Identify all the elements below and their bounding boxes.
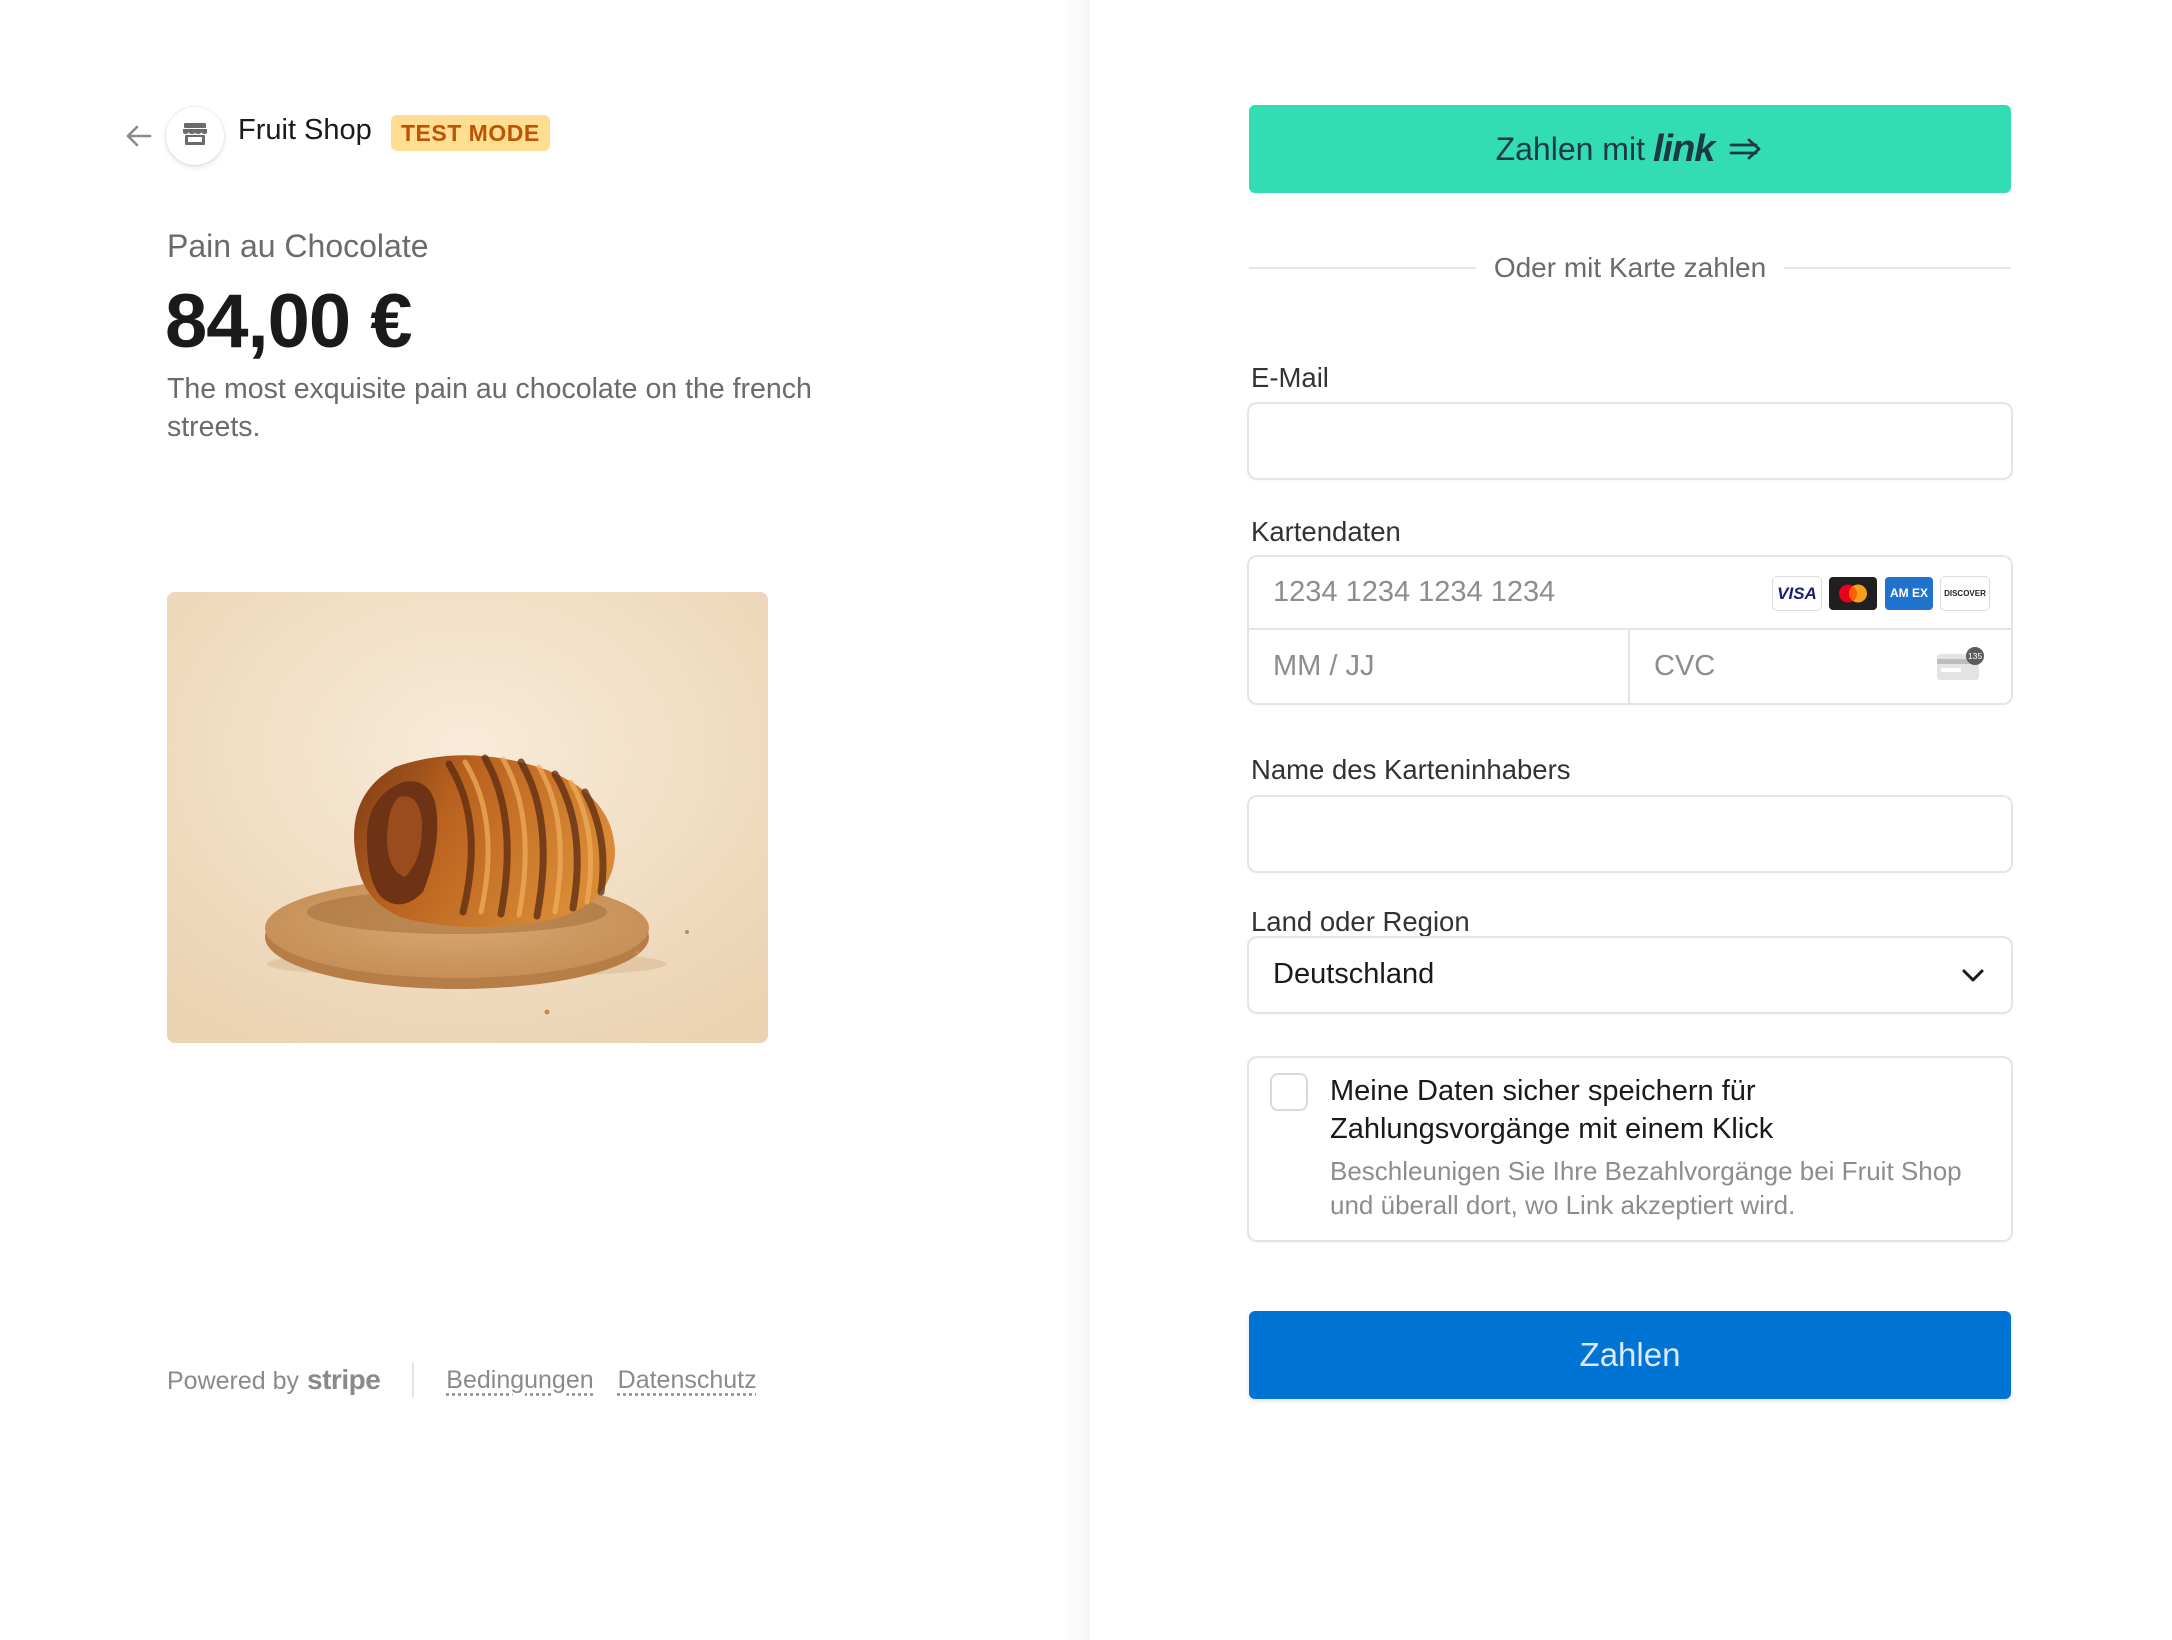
- shop-name: Fruit Shop: [238, 114, 372, 146]
- pay-button[interactable]: Zahlen: [1249, 1311, 2011, 1399]
- card-details-group: VISA AM EX DISCOVER 135: [1249, 557, 2011, 703]
- divider-line: [1249, 267, 1476, 269]
- email-field[interactable]: [1249, 404, 2011, 478]
- store-icon: [182, 122, 208, 151]
- pay-button-label: Zahlen: [1579, 1336, 1681, 1373]
- cardholder-label: Name des Karteninhabers: [1251, 754, 1571, 785]
- card-expiry-wrapper: [1249, 630, 1630, 703]
- arrow-left-icon[interactable]: [122, 119, 156, 153]
- panel-divider: [1060, 0, 1090, 1640]
- cvc-hint-text: 135: [1968, 651, 1982, 661]
- mastercard-icon: [1829, 577, 1877, 610]
- email-field-wrapper: [1249, 404, 2011, 478]
- privacy-link[interactable]: Datenschutz: [618, 1366, 757, 1395]
- shop-avatar: [166, 107, 224, 165]
- save-info-title: Meine Daten sicher speichern für Zahlung…: [1330, 1075, 1774, 1145]
- cardholder-name-input[interactable]: [1249, 797, 2011, 871]
- or-divider: Oder mit Karte zahlen: [1249, 250, 2011, 286]
- card-details-label: Kartendaten: [1251, 516, 1401, 547]
- country-select[interactable]: Deutschland: [1249, 938, 2011, 1012]
- card-cvc-wrapper: 135: [1630, 630, 2011, 703]
- footer: Powered by stripe Bedingungen Datenschut…: [167, 1360, 781, 1400]
- product-description: The most exquisite pain au chocolate on …: [167, 373, 812, 443]
- link-button-label: Zahlen mit: [1495, 130, 1645, 167]
- card-number-wrapper: VISA AM EX DISCOVER: [1249, 557, 2011, 630]
- divider-line: [1784, 267, 2011, 269]
- stripe-logo: stripe: [307, 1364, 381, 1395]
- test-mode-badge: TEST MODE: [391, 115, 550, 151]
- save-info-checkbox[interactable]: [1272, 1075, 1306, 1109]
- cvc-hint-icon: 135: [1935, 646, 1987, 687]
- pay-with-link-button[interactable]: Zahlen mit link: [1249, 105, 2011, 193]
- product-price: 84,00 €: [165, 279, 413, 364]
- email-label: E-Mail: [1251, 362, 1329, 393]
- footer-divider: [412, 1363, 415, 1397]
- order-summary-panel: Fruit Shop TEST MODE Pain au Chocolate 8…: [0, 0, 1089, 1640]
- card-expiry-input[interactable]: [1249, 630, 1628, 703]
- terms-link[interactable]: Bedingungen: [446, 1366, 593, 1395]
- link-logo: link: [1652, 127, 1715, 170]
- cardholder-field-wrapper: [1249, 797, 2011, 871]
- amex-icon: AM EX: [1885, 577, 1933, 610]
- discover-icon: DISCOVER: [1941, 577, 1989, 610]
- card-brands: VISA AM EX DISCOVER: [1773, 577, 1989, 610]
- product-image: [167, 592, 768, 1043]
- double-arrow-right-icon: [1728, 137, 1764, 161]
- save-with-link-box: Meine Daten sicher speichern für Zahlung…: [1249, 1058, 2011, 1240]
- country-label: Land oder Region: [1251, 906, 1470, 937]
- save-info-subtitle: Beschleunigen Sie Ihre Bezahlvorgänge be…: [1330, 1156, 1962, 1220]
- country-selected-value: Deutschland: [1273, 958, 1435, 990]
- or-pay-with-card-text: Oder mit Karte zahlen: [1493, 252, 1767, 283]
- powered-by-stripe[interactable]: Powered by stripe: [167, 1364, 381, 1396]
- chevron-down-icon: [1959, 961, 1987, 994]
- product-name: Pain au Chocolate: [167, 228, 429, 264]
- powered-by-text: Powered by: [167, 1367, 300, 1395]
- visa-icon: VISA: [1773, 577, 1821, 610]
